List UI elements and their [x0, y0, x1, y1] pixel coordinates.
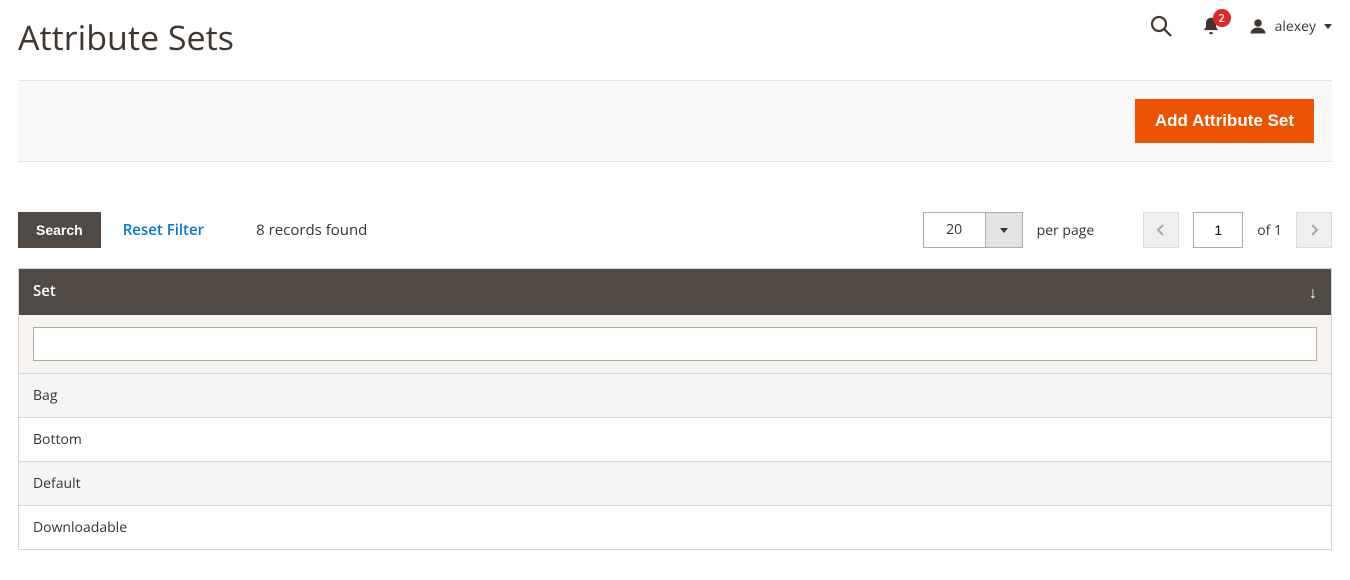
filter-row — [19, 315, 1332, 374]
caret-down-icon — [1324, 24, 1332, 29]
pagination: of 1 — [1143, 212, 1332, 248]
column-header-set[interactable]: Set ↓ — [19, 269, 1332, 316]
grid-controls: Search Reset Filter 8 records found 20 p… — [18, 212, 1332, 248]
action-bar: Add Attribute Set — [18, 80, 1332, 162]
next-page-button[interactable] — [1296, 212, 1332, 248]
header-actions: 2 alexey — [1149, 14, 1332, 38]
page-title: Attribute Sets — [18, 14, 234, 60]
set-cell: Bag — [19, 374, 1332, 418]
prev-page-button[interactable] — [1143, 212, 1179, 248]
search-icon[interactable] — [1149, 14, 1173, 38]
user-menu[interactable]: alexey — [1249, 17, 1332, 36]
table-row[interactable]: Bag — [19, 374, 1332, 418]
page-header: Attribute Sets 2 alexey — [18, 0, 1332, 80]
search-button[interactable]: Search — [18, 212, 101, 248]
controls-left: Search Reset Filter 8 records found — [18, 212, 367, 248]
controls-right: 20 per page of 1 — [923, 212, 1332, 248]
set-cell: Bottom — [19, 418, 1332, 462]
page-total-label: of 1 — [1257, 221, 1282, 240]
current-page-input[interactable] — [1193, 212, 1243, 248]
notification-badge: 2 — [1213, 9, 1231, 27]
per-page-value: 20 — [924, 213, 986, 247]
caret-down-icon — [986, 213, 1022, 247]
attribute-set-table: Set ↓ Bag Bottom Default Downloadable — [18, 268, 1332, 550]
table-row[interactable]: Downloadable — [19, 506, 1332, 550]
set-filter-input[interactable] — [33, 327, 1317, 361]
username-label: alexey — [1275, 17, 1316, 36]
notifications-icon[interactable]: 2 — [1201, 15, 1221, 37]
reset-filter-link[interactable]: Reset Filter — [123, 220, 204, 240]
set-cell: Default — [19, 462, 1332, 506]
sort-indicator-icon: ↓ — [1309, 281, 1317, 303]
table-row[interactable]: Bottom — [19, 418, 1332, 462]
set-cell: Downloadable — [19, 506, 1332, 550]
table-row[interactable]: Default — [19, 462, 1332, 506]
column-header-label: Set — [33, 281, 56, 301]
per-page-select[interactable]: 20 — [923, 212, 1023, 248]
add-attribute-set-button[interactable]: Add Attribute Set — [1135, 99, 1314, 143]
per-page-label: per page — [1037, 221, 1095, 240]
records-found-label: 8 records found — [256, 220, 367, 240]
